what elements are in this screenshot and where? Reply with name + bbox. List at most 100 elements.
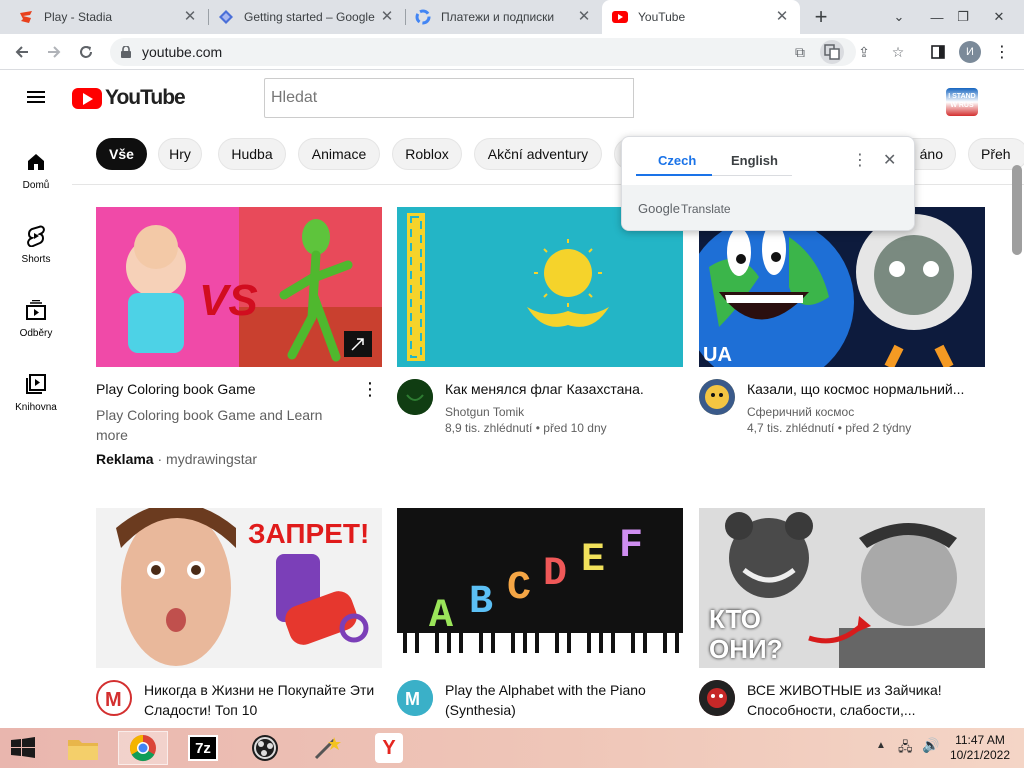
magic-wand-icon[interactable] — [302, 731, 352, 765]
close-tab-icon[interactable]: ✕ — [182, 9, 198, 25]
video-card[interactable]: UA Казали, що космос нормальний... Сфери… — [699, 207, 985, 435]
bookmark-star-icon[interactable]: ☆ — [886, 40, 910, 64]
tab-youtube[interactable]: YouTube ✕ — [602, 0, 800, 34]
tab-baseline — [712, 175, 792, 176]
chip-roblox[interactable]: Roblox — [392, 138, 462, 170]
video-title[interactable]: ВСЕ ЖИВОТНЫЕ из Зайчика! Способности, сл… — [747, 680, 985, 720]
network-icon[interactable]: 🖧 — [898, 738, 913, 760]
tab-search-button[interactable]: ⌄ — [880, 0, 918, 34]
ad-label: Reklama — [96, 451, 154, 467]
video-title[interactable]: Play the Alphabet with the Piano (Synthe… — [445, 680, 683, 720]
svg-text:E: E — [581, 538, 605, 583]
shorts-icon — [24, 224, 48, 248]
channel-name[interactable]: Сферичний космос — [747, 405, 985, 419]
forward-button[interactable] — [42, 40, 66, 64]
translate-popup: Czech English ⋮ ✕ Google Translate — [621, 136, 915, 231]
video-title[interactable]: Как менялся флаг Казахстана. — [445, 379, 683, 399]
page-scrollbar[interactable] — [1012, 165, 1022, 255]
obs-icon[interactable] — [240, 731, 290, 765]
video-card[interactable]: ЗАПРЕТ! M Никогда в Жизни не Покупайте Э… — [96, 508, 382, 720]
close-tab-icon[interactable]: ✕ — [379, 9, 395, 25]
video-card[interactable]: VS Play Coloring book Game Play Coloring… — [96, 207, 382, 467]
reload-button[interactable] — [74, 40, 98, 64]
video-thumbnail[interactable]: UA — [699, 207, 985, 367]
stand-with-badge[interactable]: I STAND W RUS — [946, 88, 978, 116]
chrome-menu-icon[interactable]: ⋮ — [990, 40, 1014, 64]
show-hidden-icons[interactable]: ▲ — [876, 740, 886, 751]
start-button[interactable] — [0, 731, 46, 765]
sidebar-item-home[interactable]: Domů — [0, 136, 72, 210]
lock-icon[interactable] — [121, 46, 131, 58]
selected-tab-underline — [636, 174, 712, 176]
video-thumbnail[interactable]: VS — [96, 207, 382, 367]
video-thumbnail[interactable]: КТО ОНИ? — [699, 508, 985, 668]
channel-avatar[interactable]: M — [96, 680, 132, 716]
search-input[interactable] — [265, 79, 633, 117]
address-bar[interactable]: youtube.com ⧉ ⇪ — [110, 38, 870, 66]
chip-all[interactable]: Vše — [96, 138, 147, 170]
tab-stadia[interactable]: Play - Stadia ✕ — [8, 0, 208, 34]
chip-games[interactable]: Hry — [158, 138, 202, 170]
channel-name[interactable]: Shotgun Tomik — [445, 405, 683, 419]
channel-avatar[interactable] — [699, 680, 735, 716]
channel-avatar[interactable] — [397, 379, 433, 415]
windows-taskbar: 7z Y ▲ 🖧 🔊 11:47 AM 10/21/2022 — [0, 728, 1024, 768]
chrome-taskbar-icon[interactable] — [118, 731, 168, 765]
sidebar-item-library[interactable]: Knihovna — [0, 358, 72, 432]
close-tab-icon[interactable]: ✕ — [576, 9, 592, 25]
system-clock[interactable]: 11:47 AM 10/21/2022 — [950, 733, 1010, 763]
forward-arrow-icon — [48, 46, 61, 58]
youtube-logo[interactable]: YouTube — [72, 86, 186, 110]
more-options-icon[interactable]: ⋮ — [358, 379, 382, 467]
file-explorer-icon[interactable] — [58, 731, 108, 765]
chip-animation[interactable]: Animace — [298, 138, 380, 170]
share-icon[interactable]: ⇪ — [852, 40, 876, 64]
search-box[interactable] — [264, 78, 634, 118]
tab-payments[interactable]: Платежи и подписки ✕ — [405, 0, 602, 34]
tab-english[interactable]: English — [731, 153, 778, 168]
youtube-icon — [612, 9, 628, 25]
svg-text:A: A — [429, 594, 453, 639]
svg-text:C: C — [507, 566, 531, 611]
profile-avatar[interactable]: И — [958, 40, 982, 64]
side-panel-icon[interactable] — [926, 40, 950, 64]
video-card[interactable]: A B C D E F M Play the Alphabet with the… — [397, 508, 683, 720]
video-title[interactable]: Казали, що космос нормальний... — [747, 379, 985, 399]
svg-text:F: F — [619, 524, 643, 569]
close-window-button[interactable]: ✕ — [980, 0, 1018, 34]
video-thumbnail[interactable]: A B C D E F — [397, 508, 683, 668]
svg-text:M: M — [405, 689, 420, 709]
google-icon — [415, 9, 431, 25]
translate-icon[interactable] — [820, 40, 844, 64]
volume-icon[interactable]: 🔊 — [922, 737, 939, 754]
google-logo-text: Google — [638, 201, 680, 216]
close-icon[interactable]: ✕ — [883, 150, 896, 170]
video-card[interactable]: Как менялся флаг Казахстана. Shotgun Tom… — [397, 207, 683, 435]
tab-getting-started[interactable]: Getting started – Google ✕ — [208, 0, 405, 34]
channel-avatar[interactable] — [699, 379, 735, 415]
back-arrow-icon — [15, 46, 28, 58]
close-tab-icon[interactable]: ✕ — [774, 9, 790, 25]
thumbnail-caption: ЗАПРЕТ! — [248, 518, 370, 549]
gcp-icon — [218, 9, 234, 25]
translate-options-icon[interactable]: ⋮ — [852, 150, 868, 170]
back-button[interactable] — [10, 40, 34, 64]
video-title[interactable]: Play Coloring book Game — [96, 379, 358, 399]
menu-hamburger-icon[interactable] — [24, 88, 48, 112]
video-title[interactable]: Никогда в Жизни не Покупайте Эти Сладост… — [144, 680, 382, 720]
yandex-browser-icon[interactable]: Y — [364, 731, 414, 765]
new-tab-button[interactable]: + — [809, 5, 833, 29]
video-thumbnail[interactable] — [397, 207, 683, 367]
channel-avatar[interactable]: M — [397, 680, 433, 716]
7zip-icon[interactable]: 7z — [178, 731, 228, 765]
open-in-app-icon[interactable]: ⧉ — [788, 40, 812, 64]
video-thumbnail[interactable]: ЗАПРЕТ! — [96, 508, 382, 668]
video-stats: 4,7 tis. zhlédnutí • před 2 týdny — [747, 421, 912, 435]
video-card[interactable]: КТО ОНИ? ВСЕ ЖИВОТНЫЕ из Зайчика! Способ… — [699, 508, 985, 720]
restore-button[interactable]: ❐ — [944, 0, 982, 34]
sidebar-item-subscriptions[interactable]: Odběry — [0, 284, 72, 358]
tab-czech[interactable]: Czech — [658, 153, 696, 168]
chip-music[interactable]: Hudba — [218, 138, 286, 170]
sidebar-item-shorts[interactable]: Shorts — [0, 210, 72, 284]
chip-action-adventure[interactable]: Akční adventury — [474, 138, 602, 170]
